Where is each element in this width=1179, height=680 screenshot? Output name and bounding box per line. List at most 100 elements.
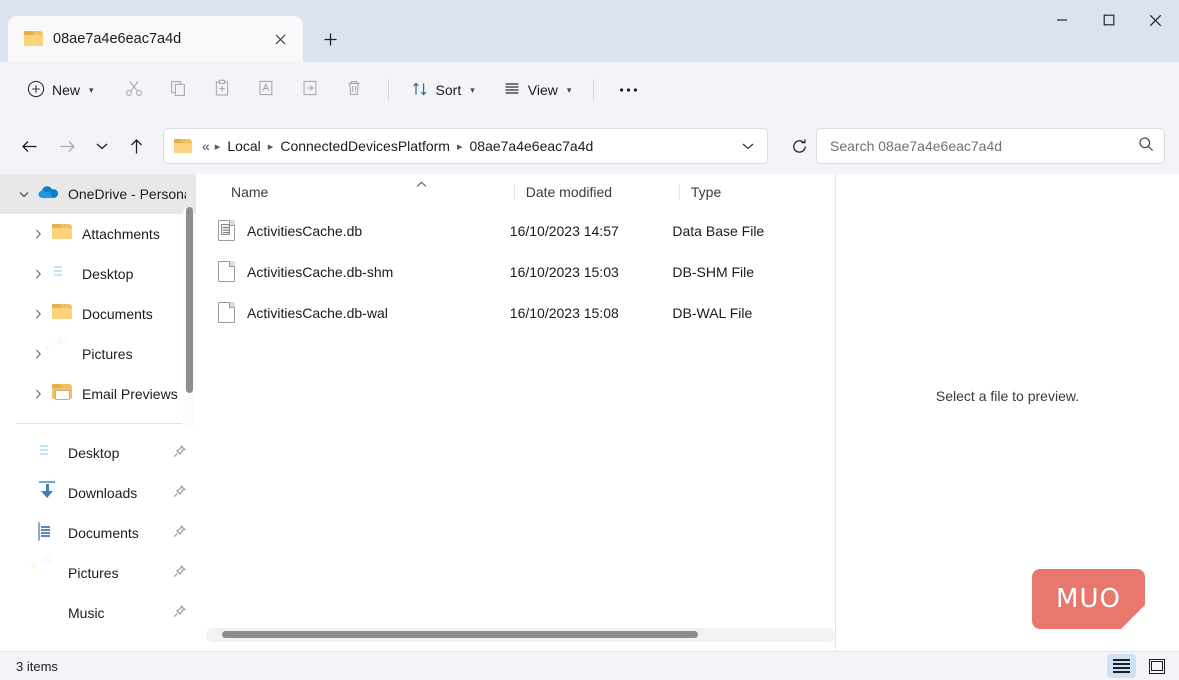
chevron-right-icon[interactable] xyxy=(24,340,52,368)
table-row[interactable]: ActivitiesCache.db-wal 16/10/2023 15:08 … xyxy=(196,292,835,333)
new-button[interactable]: New ▾ xyxy=(18,73,103,107)
file-name-cell: ActivitiesCache.db xyxy=(218,220,510,241)
pin-icon[interactable] xyxy=(173,605,186,621)
see-more-button[interactable] xyxy=(607,73,649,107)
sidebar-item-label: Documents xyxy=(82,306,153,322)
title-bar: 08ae7a4e6eac7a4d xyxy=(0,0,1179,62)
recent-locations-button[interactable] xyxy=(86,129,117,163)
sidebar-item-label: Downloads xyxy=(68,485,137,501)
sidebar-item-label: Email Previews xyxy=(82,386,178,402)
paste-button[interactable] xyxy=(201,73,243,107)
copy-icon xyxy=(169,79,187,102)
refresh-button[interactable] xyxy=(782,129,816,163)
view-toggle-group xyxy=(1107,654,1171,678)
view-button[interactable]: View ▾ xyxy=(494,73,581,107)
horizontal-scrollbar[interactable] xyxy=(196,623,835,651)
close-icon[interactable] xyxy=(1132,0,1179,40)
tab-title: 08ae7a4e6eac7a4d xyxy=(53,31,255,47)
up-button[interactable] xyxy=(117,129,155,163)
sidebar-item-quick-desktop[interactable]: Desktop xyxy=(0,433,196,473)
column-header-name[interactable]: Name xyxy=(231,184,514,200)
sidebar-item-quick-downloads[interactable]: Downloads xyxy=(0,473,196,513)
command-toolbar: New ▾ xyxy=(0,62,1179,118)
large-icons-view-icon[interactable] xyxy=(1142,654,1171,678)
copy-button[interactable] xyxy=(157,73,199,107)
column-headers: Name Date modified Type xyxy=(196,174,835,210)
pin-icon[interactable] xyxy=(173,565,186,581)
folder-icon xyxy=(24,31,43,47)
column-header-type[interactable]: Type xyxy=(679,184,835,200)
file-date: 16/10/2023 14:57 xyxy=(510,223,673,239)
search-box[interactable] xyxy=(816,128,1165,164)
sidebar-item-documents[interactable]: Documents xyxy=(0,294,196,334)
table-row[interactable]: ActivitiesCache.db 16/10/2023 14:57 Data… xyxy=(196,210,835,251)
chevron-right-icon[interactable] xyxy=(24,260,52,288)
chevron-right-icon[interactable] xyxy=(24,300,52,328)
rename-button[interactable] xyxy=(245,73,287,107)
pin-icon[interactable] xyxy=(173,485,186,501)
horizontal-scrollbar-thumb[interactable] xyxy=(222,631,698,638)
chevron-down-icon: ▾ xyxy=(567,85,572,96)
close-icon[interactable] xyxy=(265,24,295,54)
table-row[interactable]: ActivitiesCache.db-shm 16/10/2023 15:03 … xyxy=(196,251,835,292)
minimize-icon[interactable] xyxy=(1038,0,1085,40)
chevron-down-icon[interactable] xyxy=(10,180,38,208)
breadcrumb-ellipsis[interactable]: « xyxy=(200,135,212,157)
cut-button[interactable] xyxy=(113,73,155,107)
trash-icon xyxy=(345,79,363,102)
navigation-pane: OneDrive - Personal Attachments Desktop xyxy=(0,174,196,651)
delete-button[interactable] xyxy=(333,73,375,107)
sidebar-item-email-previews[interactable]: Email Previews xyxy=(0,374,196,414)
list-lines-icon xyxy=(503,80,521,101)
file-type: DB-WAL File xyxy=(672,305,835,321)
sidebar-item-pictures[interactable]: Pictures xyxy=(0,334,196,374)
sidebar-item-attachments[interactable]: Attachments xyxy=(0,214,196,254)
sidebar-item-quick-documents[interactable]: Documents xyxy=(0,513,196,553)
pin-icon[interactable] xyxy=(173,445,186,461)
breadcrumb: « ▸ Local ▸ ConnectedDevicesPlatform ▸ 0… xyxy=(200,135,733,157)
folder-email-icon xyxy=(52,384,72,404)
file-name-cell: ActivitiesCache.db-shm xyxy=(218,261,510,282)
chevron-right-icon[interactable] xyxy=(24,380,52,408)
muo-watermark: MUO xyxy=(1032,569,1145,629)
sidebar-item-quick-pictures[interactable]: Pictures xyxy=(0,553,196,593)
breadcrumb-separator: ▸ xyxy=(212,140,224,153)
tab-active[interactable]: 08ae7a4e6eac7a4d xyxy=(8,16,303,62)
toolbar-divider xyxy=(388,79,389,101)
view-button-label: View xyxy=(528,82,558,98)
sidebar-item-label: OneDrive - Personal xyxy=(68,186,186,202)
file-list-pane: Name Date modified Type xyxy=(196,174,835,651)
column-header-name-label: Name xyxy=(231,184,268,200)
sidebar-item-quick-music[interactable]: Music xyxy=(0,593,196,633)
download-arrow-icon xyxy=(38,483,58,503)
back-button[interactable] xyxy=(10,129,48,163)
file-name: ActivitiesCache.db-wal xyxy=(247,305,388,321)
details-view-icon[interactable] xyxy=(1107,654,1136,678)
chevron-right-icon[interactable] xyxy=(24,220,52,248)
tab-strip: 08ae7a4e6eac7a4d xyxy=(0,0,347,62)
scissors-icon xyxy=(125,79,143,102)
share-button[interactable] xyxy=(289,73,331,107)
sidebar-item-label: Documents xyxy=(68,525,139,541)
file-explorer-window: 08ae7a4e6eac7a4d xyxy=(0,0,1179,680)
column-header-date-modified[interactable]: Date modified xyxy=(514,184,679,200)
new-tab-button[interactable] xyxy=(313,22,347,56)
search-icon[interactable] xyxy=(1138,136,1154,157)
sidebar-scrollbar-thumb[interactable] xyxy=(186,207,193,393)
pictures-icon xyxy=(52,344,72,364)
sidebar-item-onedrive[interactable]: OneDrive - Personal xyxy=(0,174,196,214)
chevron-down-icon[interactable] xyxy=(733,131,763,161)
sort-button[interactable]: Sort ▾ xyxy=(402,73,484,107)
breadcrumb-item-current[interactable]: 08ae7a4e6eac7a4d xyxy=(466,135,598,157)
sidebar-item-label: Desktop xyxy=(82,266,133,282)
breadcrumb-item-local[interactable]: Local xyxy=(223,135,264,157)
breadcrumb-item-connecteddevicesplatform[interactable]: ConnectedDevicesPlatform xyxy=(276,135,454,157)
address-bar[interactable]: « ▸ Local ▸ ConnectedDevicesPlatform ▸ 0… xyxy=(163,128,768,164)
sidebar-item-desktop[interactable]: Desktop xyxy=(0,254,196,294)
search-input[interactable] xyxy=(830,138,1138,154)
sidebar-item-label: Pictures xyxy=(68,565,119,581)
pin-icon[interactable] xyxy=(173,525,186,541)
forward-button[interactable] xyxy=(48,129,86,163)
maximize-icon[interactable] xyxy=(1085,0,1132,40)
desktop-monitor-icon xyxy=(38,443,58,463)
